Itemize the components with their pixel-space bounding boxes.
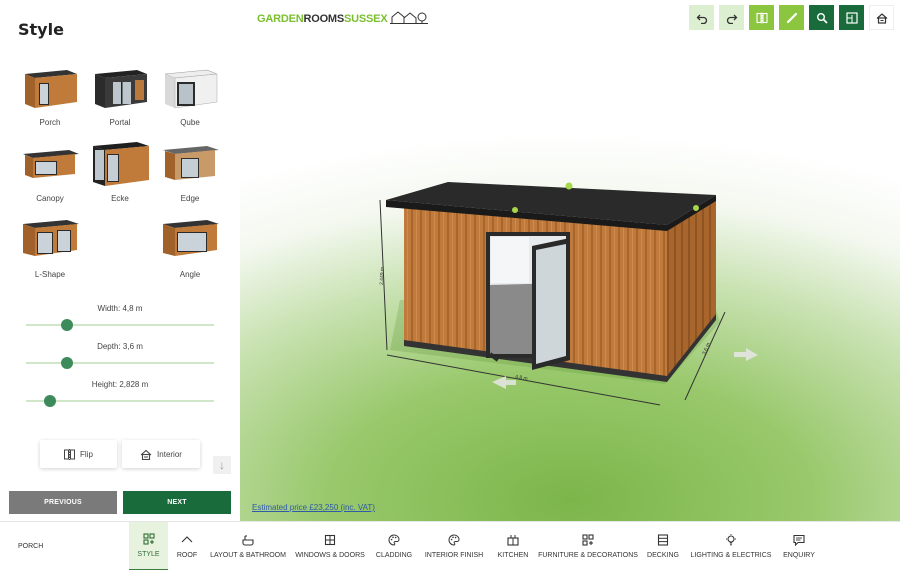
tab-label: DECKING	[647, 552, 679, 559]
palette-icon	[388, 534, 400, 546]
style-option-portal[interactable]: Portal	[85, 58, 155, 134]
width-label: Width: 4,8 m	[26, 304, 214, 313]
width-slider[interactable]: Width: 4,8 m	[26, 304, 214, 344]
style-option-l-shape[interactable]: L-Shape	[15, 210, 85, 286]
palette-icon	[448, 534, 460, 546]
style-label: L-Shape	[34, 270, 66, 279]
window-icon	[324, 534, 336, 546]
tab-label: ROOF	[176, 552, 198, 559]
width-thumb[interactable]	[61, 319, 74, 331]
height-thumb[interactable]	[44, 395, 57, 407]
house-icon	[140, 449, 152, 460]
tab-interior-finish[interactable]: INTERIOR FINISH	[424, 522, 484, 570]
style-sidebar: Style Porch Portal Qube Canopy Ecke Edge…	[0, 0, 240, 521]
interior-label: Interior	[157, 449, 182, 459]
tab-lighting-electrics[interactable]: LIGHTING & ELECTRICS	[690, 522, 772, 570]
flip-button[interactable]: Flip	[40, 440, 117, 468]
tab-label: FURNITURE & DECORATIONS	[538, 552, 638, 559]
interior-button[interactable]: Interior	[122, 440, 200, 468]
move-arrow-icon[interactable]	[734, 348, 758, 361]
width-label-text: Width:	[97, 304, 121, 313]
style-option-canopy[interactable]: Canopy	[15, 134, 85, 210]
tab-furniture-decorations[interactable]: FURNITURE & DECORATIONS	[538, 522, 638, 570]
tab-windows-doors[interactable]: WINDOWS & DOORS	[295, 522, 365, 570]
width-unit: m	[135, 304, 143, 313]
style-label: Edge	[180, 194, 200, 203]
layout-icon	[242, 535, 254, 546]
furniture-icon	[582, 534, 594, 546]
sidebar-title: Style	[18, 20, 64, 39]
style-label: Ecke	[111, 194, 129, 203]
tab-roof[interactable]: ROOF	[174, 522, 200, 570]
current-step-label: PORCH	[18, 543, 44, 550]
tab-label: WINDOWS & DOORS	[295, 552, 365, 559]
scroll-down-arrow-icon[interactable]: ↓	[213, 456, 231, 474]
tab-layout-bathroom[interactable]: LAYOUT & BATHROOM	[210, 522, 286, 570]
angle-thumbnail-icon	[163, 220, 219, 256]
decking-icon	[657, 534, 669, 546]
width-track[interactable]	[26, 324, 214, 326]
chat-icon	[793, 534, 805, 546]
depth-slider[interactable]: Depth: 3,6 m	[26, 342, 214, 382]
kitchen-icon	[507, 535, 519, 546]
previous-button[interactable]: PREVIOUS	[9, 491, 117, 514]
depth-dimension-label: 3,6 m	[701, 342, 712, 356]
l-shape-thumbnail-icon	[23, 220, 79, 256]
flip-icon	[64, 448, 76, 460]
style-option-ecke[interactable]: Ecke	[85, 134, 155, 210]
depth-label: Depth: 3,6 m	[26, 342, 214, 351]
tab-cladding[interactable]: CLADDING	[376, 522, 412, 570]
configurator-app: Style Porch Portal Qube Canopy Ecke Edge…	[0, 0, 900, 570]
style-option-porch[interactable]: Porch	[15, 58, 85, 134]
bulb-icon	[726, 534, 736, 546]
height-value: 2,828	[119, 380, 140, 389]
depth-unit: m	[136, 342, 143, 351]
tab-kitchen[interactable]: KITCHEN	[495, 522, 531, 570]
3d-viewport[interactable]: GARDENROOMSSUSSEX 2,449 m 4,8 m 3,6 m Es…	[240, 0, 900, 521]
tab-label: LIGHTING & ELECTRICS	[690, 552, 772, 559]
estimated-price-link[interactable]: Estimated price £23,250 (inc. VAT)	[252, 503, 375, 512]
style-label: Portal	[109, 118, 131, 127]
width-dimension-label: 4,8 m	[515, 374, 528, 382]
tab-label: KITCHEN	[497, 552, 529, 559]
height-dimension-label: 2,449 m	[379, 267, 386, 285]
style-icon	[142, 533, 155, 545]
canopy-thumbnail-icon	[23, 150, 79, 178]
height-label-text: Height:	[91, 380, 118, 389]
next-button[interactable]: NEXT	[123, 491, 231, 514]
tab-label: STYLE	[137, 551, 160, 558]
style-label: Canopy	[36, 194, 64, 203]
style-label: Porch	[39, 118, 61, 127]
depth-thumb[interactable]	[61, 357, 74, 369]
style-option-qube[interactable]: Qube	[155, 58, 225, 134]
tab-style[interactable]: STYLE	[129, 522, 168, 570]
depth-value: 3,6	[122, 342, 135, 351]
style-option-angle[interactable]: Angle	[155, 210, 225, 286]
tab-label: INTERIOR FINISH	[424, 552, 484, 559]
portal-thumbnail-icon	[95, 70, 147, 108]
height-slider[interactable]: Height: 2,828 m	[26, 380, 214, 420]
tab-label: CLADDING	[375, 552, 413, 559]
flip-label: Flip	[80, 449, 93, 459]
style-option-edge[interactable]: Edge	[155, 134, 225, 210]
tab-enquiry[interactable]: ENQUIRY	[782, 522, 816, 570]
step-navigation-bar: PORCH STYLE ROOF LAYOUT & BATHROOM WINDO…	[0, 521, 900, 570]
tab-label: LAYOUT & BATHROOM	[210, 552, 286, 559]
ecke-thumbnail-icon	[93, 142, 149, 186]
depth-track[interactable]	[26, 362, 214, 364]
depth-label-text: Depth:	[97, 342, 121, 351]
height-unit: m	[141, 380, 149, 389]
tab-label: ENQUIRY	[783, 552, 815, 559]
garden-room-render[interactable]: 2,449 m 4,8 m 3,6 m	[240, 0, 900, 521]
qube-thumbnail-icon	[164, 69, 218, 109]
width-value: 4,8	[122, 304, 134, 313]
tab-decking[interactable]: DECKING	[646, 522, 680, 570]
height-label: Height: 2,828 m	[26, 380, 214, 389]
style-label: Qube	[180, 118, 200, 127]
roof-icon	[181, 536, 193, 543]
style-label: Angle	[179, 270, 201, 279]
porch-thumbnail-icon	[25, 70, 77, 108]
edge-thumbnail-icon	[163, 146, 219, 180]
